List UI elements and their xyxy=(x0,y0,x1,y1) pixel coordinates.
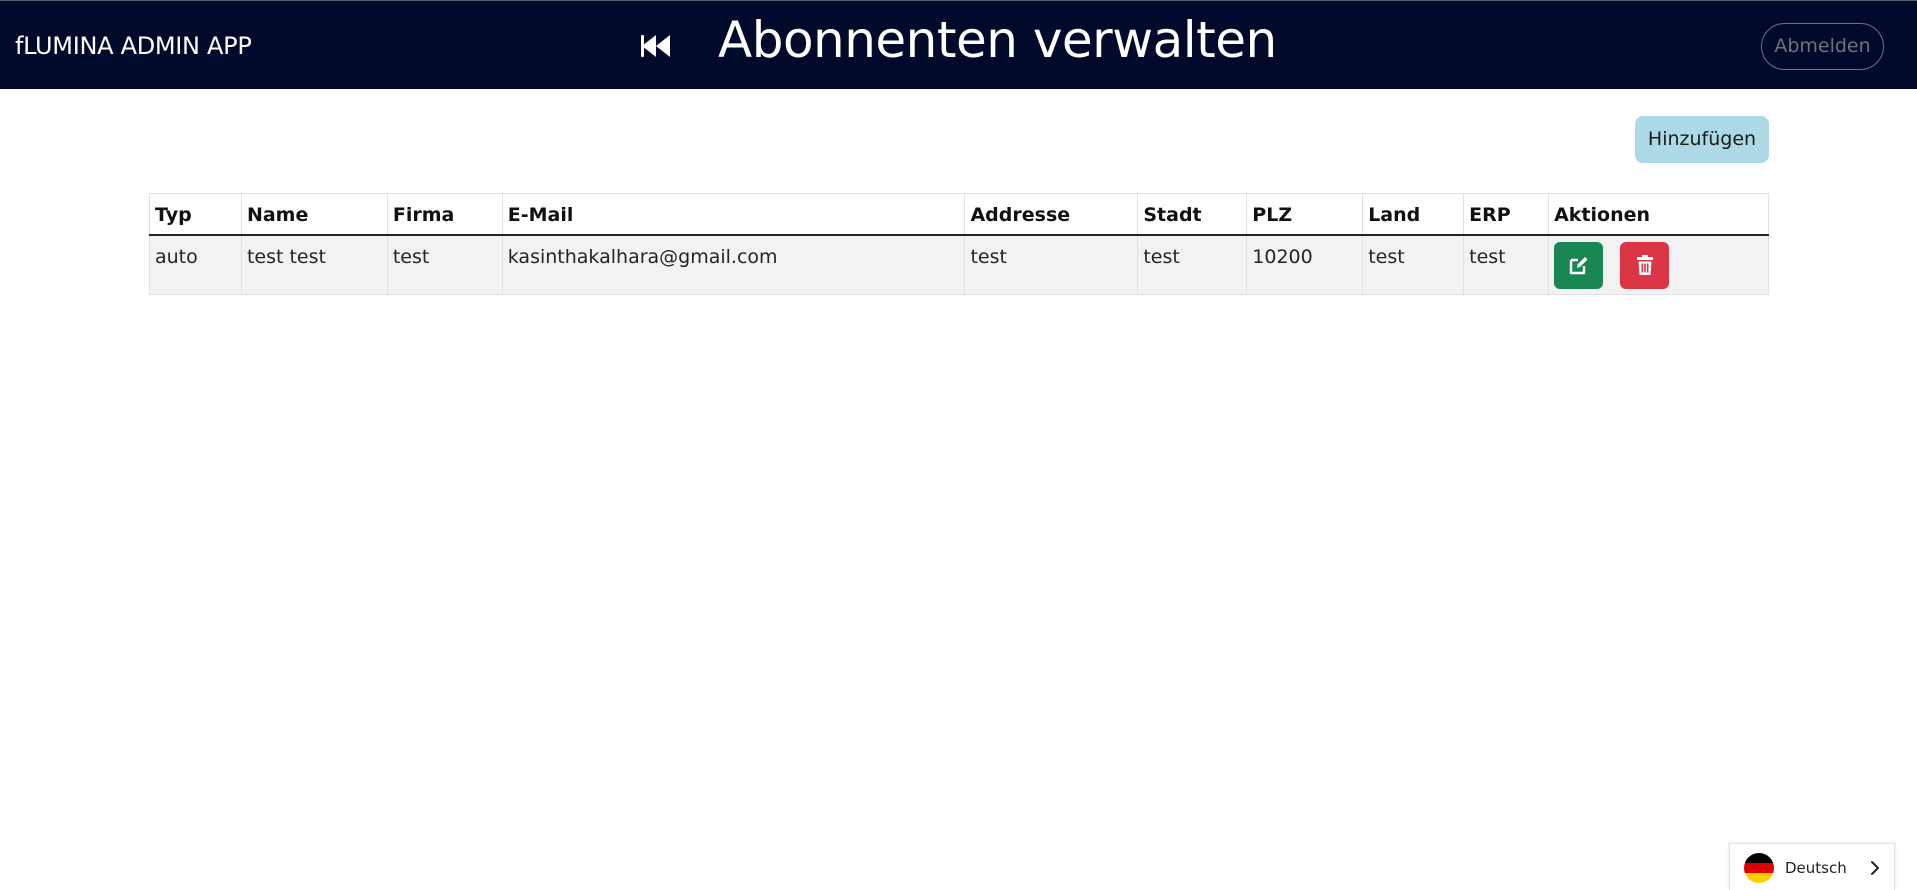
language-label: Deutsch xyxy=(1785,859,1847,877)
language-switcher[interactable]: Deutsch xyxy=(1729,843,1895,890)
table-row: auto test test test kasinthakalhara@gmai… xyxy=(149,234,1769,295)
cell-actions xyxy=(1548,234,1769,295)
column-header-plz[interactable]: PLZ xyxy=(1246,193,1364,236)
cell-stadt: test xyxy=(1137,234,1248,295)
column-header-addresse[interactable]: Addresse xyxy=(964,193,1139,236)
cell-erp: test xyxy=(1463,234,1550,295)
column-header-erp[interactable]: ERP xyxy=(1463,193,1550,236)
column-header-land[interactable]: Land xyxy=(1362,193,1465,236)
cell-email: kasinthakalhara@gmail.com xyxy=(501,234,966,295)
top-navbar: fLUMINA ADMIN APP Abonnenten verwalten A… xyxy=(0,0,1917,89)
cell-addresse: test xyxy=(964,234,1139,295)
germany-flag-icon xyxy=(1744,853,1774,883)
column-header-stadt[interactable]: Stadt xyxy=(1137,193,1248,236)
edit-icon xyxy=(1569,257,1588,275)
logout-button[interactable]: Abmelden xyxy=(1761,23,1884,70)
back-button[interactable] xyxy=(638,29,674,63)
column-header-email[interactable]: E-Mail xyxy=(501,193,966,236)
cell-typ: auto xyxy=(149,234,242,295)
add-subscriber-button[interactable]: Hinzufügen xyxy=(1635,116,1769,163)
column-header-aktionen: Aktionen xyxy=(1548,193,1769,236)
page-title: Abonnenten verwalten xyxy=(718,11,1277,69)
app-brand: fLUMINA ADMIN APP xyxy=(15,32,252,60)
chevron-right-icon xyxy=(1871,861,1879,875)
edit-button[interactable] xyxy=(1554,241,1604,289)
trash-icon xyxy=(1636,255,1653,275)
delete-button[interactable] xyxy=(1620,241,1670,289)
cell-name: test test xyxy=(240,234,388,295)
cell-land: test xyxy=(1362,234,1465,295)
column-header-name[interactable]: Name xyxy=(240,193,388,236)
column-header-firma[interactable]: Firma xyxy=(386,193,503,236)
double-chevron-left-icon xyxy=(641,35,670,57)
subscribers-table: Typ Name Firma E-Mail Addresse Stadt PLZ… xyxy=(149,193,1769,295)
table-header-row: Typ Name Firma E-Mail Addresse Stadt PLZ… xyxy=(149,193,1769,236)
cell-firma: test xyxy=(386,234,503,295)
column-header-typ[interactable]: Typ xyxy=(149,193,242,236)
cell-plz: 10200 xyxy=(1246,234,1364,295)
